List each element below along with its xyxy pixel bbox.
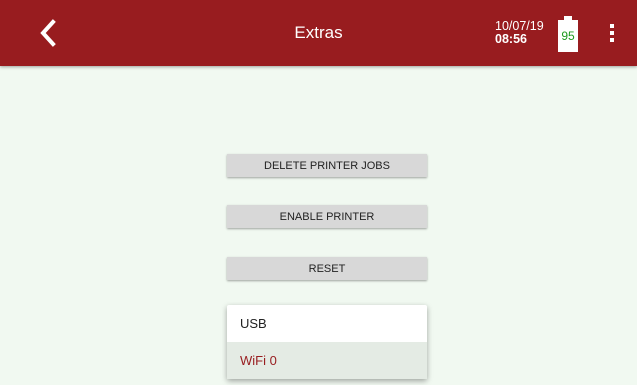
back-button[interactable] [26, 9, 70, 57]
battery-icon: 95 [558, 16, 578, 52]
enable-printer-button[interactable]: ENABLE PRINTER [227, 205, 427, 228]
battery-level: 95 [558, 20, 578, 52]
dropdown-option-wifi[interactable]: WiFi 0 [227, 342, 427, 379]
time-label: 08:56 [495, 32, 527, 46]
connection-dropdown: USB WiFi 0 [227, 305, 427, 379]
dropdown-option-usb[interactable]: USB [227, 305, 427, 342]
app-bar: Extras 10/07/19 08:56 95 [0, 0, 637, 66]
reset-button[interactable]: RESET [227, 257, 427, 280]
menu-dot [610, 38, 614, 42]
more-vertical-icon[interactable] [600, 18, 624, 48]
menu-dot [610, 24, 614, 28]
datetime-display: 10/07/19 08:56 [495, 20, 544, 46]
menu-dot [610, 31, 614, 35]
chevron-left-icon [40, 19, 56, 47]
delete-printer-jobs-button[interactable]: DELETE PRINTER JOBS [227, 154, 427, 177]
